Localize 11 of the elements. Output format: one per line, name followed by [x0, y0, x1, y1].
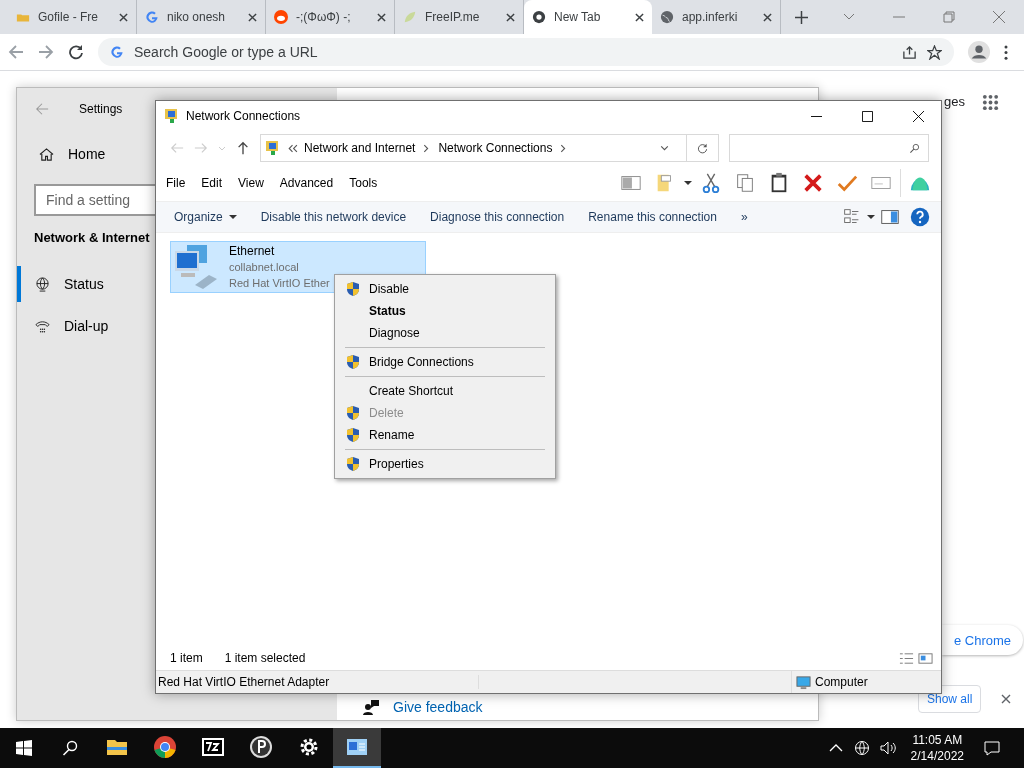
details-text: Red Hat VirtIO Ethernet Adapter: [156, 675, 479, 689]
item-domain: collabnet.local: [229, 260, 299, 275]
item-name: Ethernet: [229, 243, 276, 259]
zone-label: Computer: [815, 675, 868, 689]
window-title: Network Connections: [186, 109, 301, 123]
selection-count: 1 item selected: [224, 651, 306, 665]
window-title: Settings: [79, 102, 123, 116]
item-count: 1 item: [170, 651, 203, 665]
address-placeholder: Search Google or type a URL: [134, 44, 318, 60]
section-heading: Network & Internet: [34, 230, 150, 247]
item-device: Red Hat VirtIO Ether: [229, 276, 330, 291]
